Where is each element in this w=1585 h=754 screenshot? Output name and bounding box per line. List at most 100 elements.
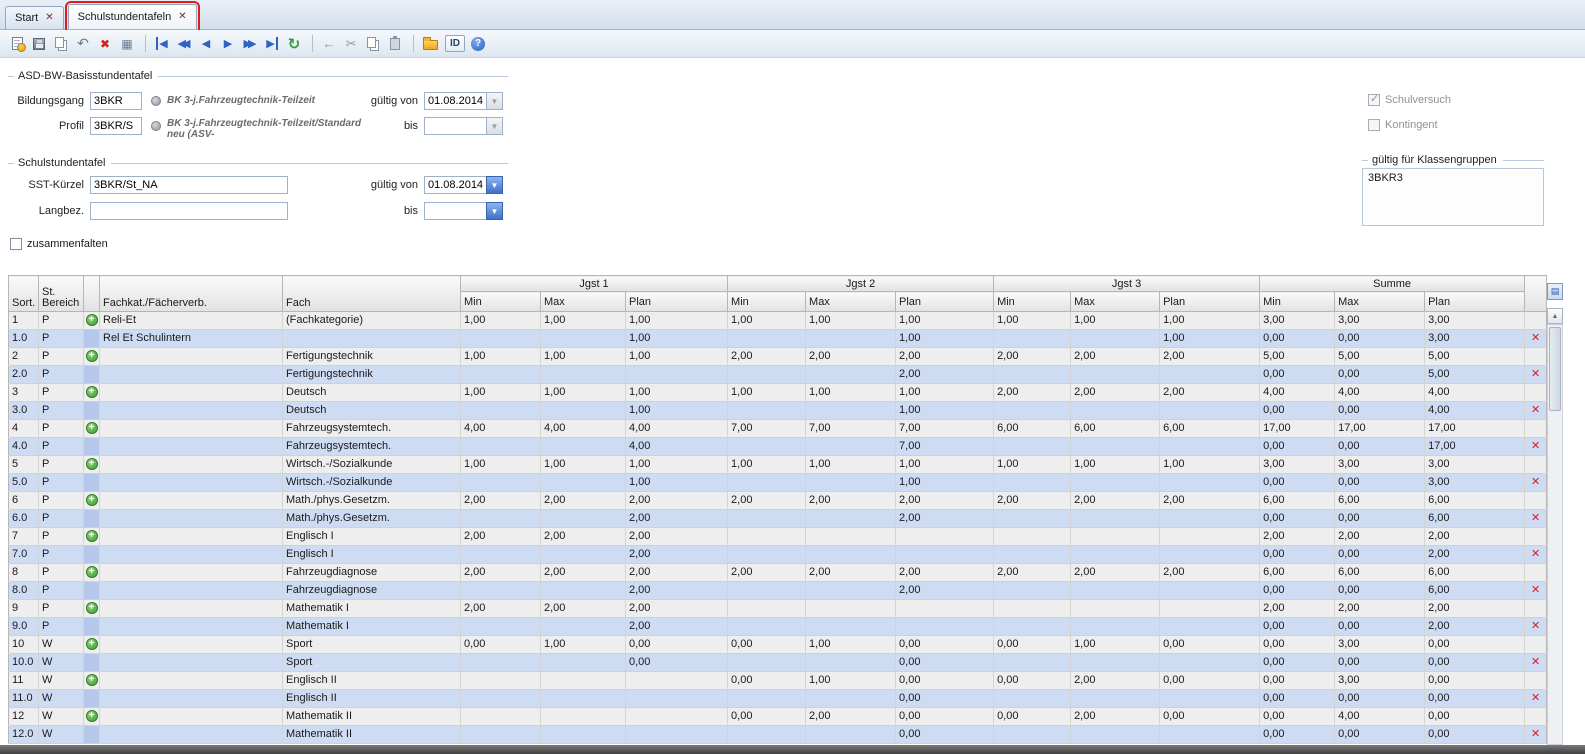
cell-value[interactable]: 2,00 [1425,528,1525,546]
delete-row-button[interactable]: ✕ [1531,476,1540,488]
cell-value[interactable]: 1,00 [626,348,728,366]
cell-value[interactable]: 7,00 [728,420,806,438]
cell-value[interactable] [994,582,1071,600]
cell-value[interactable]: 1,00 [1160,456,1260,474]
cell-value[interactable] [1160,402,1260,420]
cell-value[interactable]: 0,00 [1260,546,1335,564]
copy-button[interactable] [363,34,383,54]
cell-value[interactable]: 0,00 [1160,636,1260,654]
cell-value[interactable]: 1,00 [541,348,626,366]
cell-value[interactable]: 3,00 [1260,312,1335,330]
cell-value[interactable]: 2,00 [1071,384,1160,402]
cell-value[interactable]: 1,00 [541,456,626,474]
cell-value[interactable] [994,474,1071,492]
cell-value[interactable] [461,672,541,690]
cell-value[interactable] [994,330,1071,348]
cell-value[interactable]: 0,00 [728,708,806,726]
back-link-button[interactable]: ← [319,34,339,54]
basis-gueltig-von-input[interactable] [424,92,486,110]
cell-value[interactable] [626,690,728,708]
cell-value[interactable]: 1,00 [896,330,994,348]
calendar-dropdown-icon[interactable]: ▼ [486,117,503,135]
cell-value[interactable] [541,438,626,456]
cell-value[interactable]: 1,00 [994,456,1071,474]
cell-value[interactable]: 0,00 [1260,636,1335,654]
cell-value[interactable] [626,708,728,726]
cell-value[interactable]: 1,00 [994,312,1071,330]
cell-value[interactable]: 2,00 [626,510,728,528]
col-header-plan[interactable]: Plan [1160,292,1260,312]
table-row-4.0[interactable]: 4.0PFahrzeugsystemtech.4,007,000,000,001… [9,438,1547,456]
cell-value[interactable] [1071,330,1160,348]
cell-value[interactable]: 0,00 [994,672,1071,690]
cell-value[interactable]: 1,00 [896,474,994,492]
cell-value[interactable]: 6,00 [1335,492,1425,510]
cell-value[interactable] [1071,528,1160,546]
cell-value[interactable] [806,474,896,492]
cell-value[interactable]: 2,00 [896,492,994,510]
cell-value[interactable]: 0,00 [626,654,728,672]
cell-value[interactable] [1160,618,1260,636]
cell-value[interactable] [994,528,1071,546]
table-row-2[interactable]: 2P+Fertigungstechnik1,001,001,002,002,00… [9,348,1547,366]
cell-value[interactable] [728,510,806,528]
cell-value[interactable] [541,726,626,744]
cell-value[interactable]: 1,00 [461,456,541,474]
cell-value[interactable] [461,366,541,384]
cell-value[interactable]: 2,00 [541,564,626,582]
table-row-7[interactable]: 7P+Englisch I2,002,002,002,002,002,00 [9,528,1547,546]
cell-value[interactable]: 1,00 [806,456,896,474]
cell-value[interactable] [806,528,896,546]
cell-value[interactable] [806,510,896,528]
cell-value[interactable]: 0,00 [1425,726,1525,744]
cell-value[interactable] [541,618,626,636]
cell-value[interactable]: 1,00 [626,402,728,420]
checkbox-icon[interactable] [10,238,22,250]
cell-value[interactable]: 0,00 [1260,708,1335,726]
cell-value[interactable]: 2,00 [626,618,728,636]
cell-value[interactable]: 2,00 [1260,600,1335,618]
tab-schulstundentafeln-close-icon[interactable]: ✕ [178,12,186,22]
cell-value[interactable]: 2,00 [896,510,994,528]
cell-value[interactable] [806,402,896,420]
cell-value[interactable] [1160,726,1260,744]
cell-value[interactable]: 1,00 [1071,312,1160,330]
add-fach-button[interactable]: + [86,566,98,578]
cell-value[interactable]: 2,00 [1071,492,1160,510]
cell-value[interactable] [994,438,1071,456]
cell-value[interactable] [994,366,1071,384]
cell-value[interactable]: 2,00 [994,384,1071,402]
cell-value[interactable]: 0,00 [1260,618,1335,636]
cell-value[interactable]: 2,00 [1425,600,1525,618]
cell-value[interactable] [896,546,994,564]
cell-value[interactable] [1071,366,1160,384]
tab-start[interactable]: Start ✕ [5,6,64,29]
cell-value[interactable] [1071,654,1160,672]
cell-value[interactable]: 4,00 [1425,402,1525,420]
cell-value[interactable]: 5,00 [1260,348,1335,366]
cell-value[interactable]: 0,00 [1425,636,1525,654]
cell-value[interactable]: 2,00 [728,564,806,582]
cell-value[interactable]: 2,00 [1335,600,1425,618]
col-header-min[interactable]: Min [728,292,806,312]
cell-value[interactable]: 1,00 [896,312,994,330]
table-row-4[interactable]: 4P+Fahrzeugsystemtech.4,004,004,007,007,… [9,420,1547,438]
cell-value[interactable]: 2,00 [1160,348,1260,366]
cell-value[interactable] [626,366,728,384]
cell-value[interactable]: 0,00 [1335,366,1425,384]
cell-value[interactable]: 2,00 [1071,708,1160,726]
cell-value[interactable]: 0,00 [1425,654,1525,672]
delete-row-button[interactable]: ✕ [1531,440,1540,452]
edit-grid-button[interactable]: ▦ [117,34,137,54]
cell-value[interactable]: 0,00 [1160,708,1260,726]
cell-value[interactable]: 0,00 [1335,654,1425,672]
cell-value[interactable]: 1,00 [461,348,541,366]
cell-value[interactable] [1160,690,1260,708]
cell-value[interactable]: 0,00 [626,636,728,654]
cell-value[interactable]: 3,00 [1335,312,1425,330]
cell-value[interactable]: 0,00 [1260,402,1335,420]
cell-value[interactable]: 1,00 [806,672,896,690]
cell-value[interactable]: 2,00 [806,348,896,366]
cell-value[interactable]: 7,00 [896,420,994,438]
cell-value[interactable]: 6,00 [1425,564,1525,582]
